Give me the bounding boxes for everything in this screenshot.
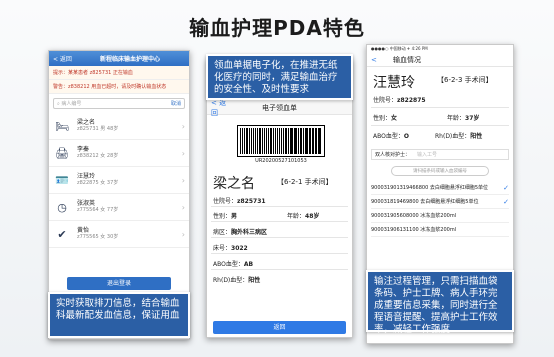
bed-location: 【6-2-1 手术间】 xyxy=(277,178,333,186)
dual-check-label: 双人核对护士： xyxy=(375,152,411,158)
nav-bar: < 返回 电子领血单 xyxy=(207,98,352,118)
check-icon: ✓ xyxy=(503,183,509,192)
bed-number-row: 床号：3022 xyxy=(213,245,248,252)
search-input[interactable]: ⌕ 病人编号 取消 xyxy=(53,98,185,109)
alert-message: 提示：某某患者 z825731 正在输血 xyxy=(49,66,189,80)
caption-transfusion: 输注过程管理，只需扫描血袋条码、护士工牌、病人手环完成重要信息采集，同时进行全程… xyxy=(366,270,514,335)
hospital-number-row: 住院号：z825731 xyxy=(213,198,266,205)
id-card-icon: 🪪 xyxy=(55,173,69,187)
list-item[interactable]: 🖨 李秦 z838212 女 28岁 › xyxy=(49,140,189,167)
check-icon: ✔ xyxy=(57,227,67,241)
status-bar: ●●●●○ 中国移动 ✈ 4:26 PM xyxy=(371,46,428,51)
patient-name: 梁之名 xyxy=(77,119,96,126)
chevron-right-icon: › xyxy=(181,121,185,131)
list-item[interactable]: 900031906131100 冰冻血浆200ml xyxy=(371,223,509,237)
abo-row: ABO血型：O xyxy=(373,133,409,140)
caption-requisition: 领血单据电子化，在推进无纸化医疗的同时，满足输血治疗的安全性、及时性要求 xyxy=(206,54,353,100)
patient-sub: z838212 女 28岁 xyxy=(77,153,119,159)
blood-requisition-screen: < 返回 电子领血单 UR20200527101053 梁之名 【6-2-1 手… xyxy=(206,58,353,338)
age-row: 年龄：37岁 xyxy=(447,115,480,122)
patient-name: 张淑英 xyxy=(77,200,96,207)
patient-list: 🛏 梁之名 z825731 男 48岁 › 🖨 李秦 z838212 女 28岁 ›… xyxy=(49,113,189,248)
hospital-number-row: 住院号：z822875 xyxy=(373,97,426,104)
back-link[interactable]: < 返回 xyxy=(211,98,233,118)
patient-name: 梁之名 xyxy=(213,176,255,192)
dual-check-field[interactable]: 双人核对护士： 输入工号 xyxy=(371,149,509,160)
patient-sub: z822875 女 37岁 xyxy=(77,180,119,186)
patient-name: 汪慧玲 xyxy=(77,173,96,180)
clock-icon: ◷ xyxy=(57,200,67,214)
patient-sub: z775565 女 30岁 xyxy=(77,234,119,240)
printer-icon: 🖨 xyxy=(55,146,69,160)
chevron-right-icon: › xyxy=(181,202,185,212)
bed-location: 【6-2-3 手术间】 xyxy=(437,76,493,84)
list-item[interactable]: 900031901319466800 去白细胞悬浮红细胞5单位 ✓ xyxy=(371,181,509,195)
logout-button[interactable]: 退出登录 xyxy=(67,277,171,290)
scan-input[interactable]: 请扫描条码或输入血袋编号 xyxy=(391,166,489,176)
patient-name: 汪慧玲 xyxy=(373,75,415,91)
age-row: 年龄：48岁 xyxy=(287,213,320,220)
page-title: 输血护理PDA特色 xyxy=(189,16,365,40)
return-button[interactable]: 返回 xyxy=(213,321,346,334)
ward-row: 病区：胸外科三病区 xyxy=(213,229,268,236)
blood-bag-list: 900031901319466800 去白细胞悬浮红细胞5单位 ✓ 9000318… xyxy=(371,181,509,237)
patient-name: 李秦 xyxy=(77,146,90,153)
back-button[interactable]: < 返回 xyxy=(53,54,75,63)
rh-row: Rh(D)血型：阳性 xyxy=(213,277,261,284)
abo-row: ABO血型：AB xyxy=(213,261,254,268)
caption-realtime: 实时获取排刀信息，结合输血科最新配发血信息，保证用血 xyxy=(48,292,190,338)
patient-name: 黄怡 xyxy=(77,227,90,234)
staff-id-placeholder: 输入工号 xyxy=(417,152,438,158)
barcode-number: UR20200527101053 xyxy=(255,158,307,164)
list-item[interactable]: 🪪 汪慧玲 z822875 女 37岁 › xyxy=(49,167,189,194)
list-item[interactable]: 900031905608000 冰冻血浆200ml xyxy=(371,209,509,223)
check-icon: ✓ xyxy=(503,197,509,206)
list-item[interactable]: 🛏 梁之名 z825731 男 48岁 › xyxy=(49,113,189,140)
chevron-right-icon: › xyxy=(181,148,185,158)
barcode-image xyxy=(237,125,325,157)
rh-row: Rh(D)血型：阳性 xyxy=(435,133,483,140)
cancel-search-button[interactable]: 取消 xyxy=(171,100,181,107)
alert-message: 警告：z838212 用血已超时，请及时确认输血状态 xyxy=(49,80,189,94)
nav-title: 输血情况 xyxy=(393,55,421,64)
nav-title: 电子领血单 xyxy=(262,103,297,112)
search-placeholder: 病人编号 xyxy=(61,101,82,107)
patient-sub: z825731 男 48岁 xyxy=(77,126,119,132)
list-item[interactable]: 900031819469800 去白细胞悬浮红细胞5单位 ✓ xyxy=(371,195,509,209)
nav-title: 新程临床输血护理中心 xyxy=(99,56,160,63)
list-item[interactable]: ◷ 张淑英 z775564 女 77岁 › xyxy=(49,194,189,221)
chevron-right-icon: › xyxy=(181,229,185,239)
list-item[interactable]: ✔ 黄怡 z775565 女 30岁 › xyxy=(49,221,189,248)
bed-icon: 🛏 xyxy=(55,119,69,133)
patient-sub: z775564 女 77岁 xyxy=(77,207,119,213)
chevron-right-icon: › xyxy=(181,175,185,185)
gender-row: 性别：女 xyxy=(373,115,398,122)
nav-bar: < 输血情况 xyxy=(367,53,513,67)
gender-row: 性别：男 xyxy=(213,213,238,220)
nav-bar: < 返回 新程临床输血护理中心 xyxy=(49,51,189,66)
back-button[interactable]: < xyxy=(371,56,393,64)
